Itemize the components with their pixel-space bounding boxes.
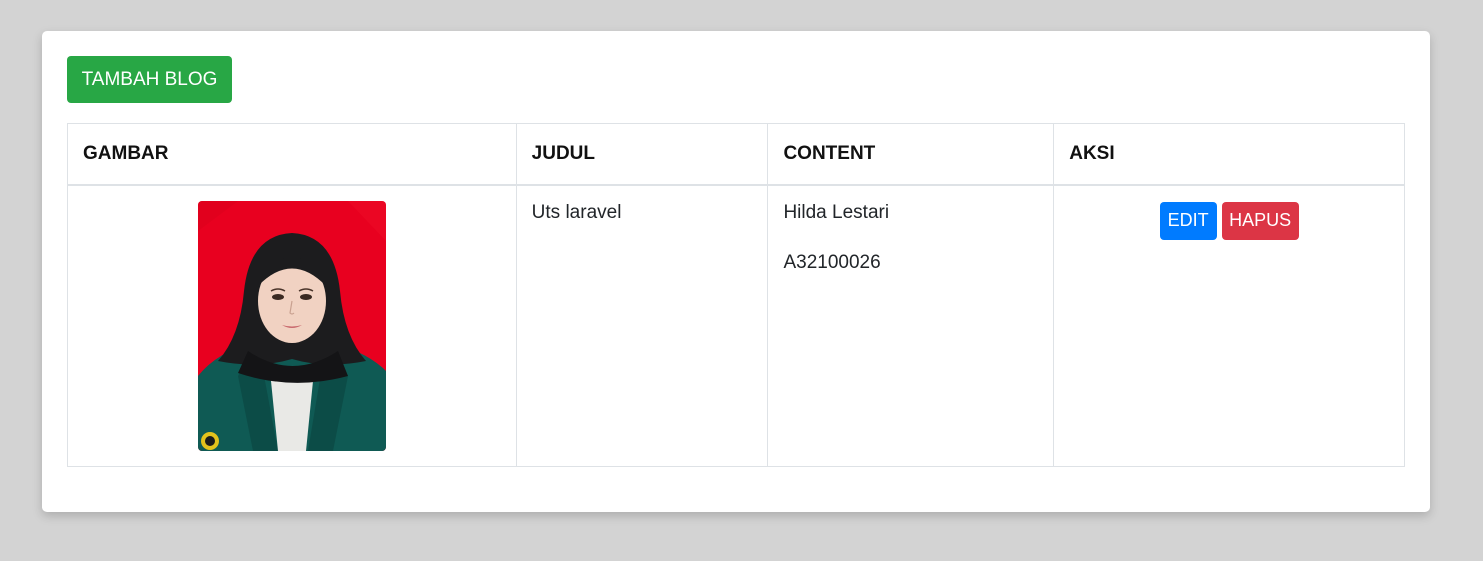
table-row: Uts laravel Hilda Lestari A32100026 EDIT… (67, 184, 1405, 467)
table-header-row: GAMBAR JUDUL CONTENT AKSI (67, 123, 1405, 186)
header-judul: JUDUL (515, 123, 769, 186)
edit-button[interactable]: EDIT (1159, 201, 1217, 240)
add-blog-button[interactable]: TAMBAH BLOG (67, 56, 232, 103)
header-content: CONTENT (767, 123, 1055, 186)
header-aksi: AKSI (1053, 123, 1405, 186)
blog-image (197, 200, 386, 451)
image-cell (67, 184, 517, 467)
title-cell: Uts laravel (515, 184, 769, 467)
blog-content-line: A32100026 (783, 251, 881, 273)
content-cell: Hilda Lestari A32100026 (767, 184, 1055, 467)
blog-table: GAMBAR JUDUL CONTENT AKSI Uts laravel Hi… (67, 123, 1405, 467)
blog-title: Uts laravel (531, 201, 622, 223)
header-gambar: GAMBAR (67, 123, 517, 186)
action-cell: EDIT HAPUS (1053, 184, 1405, 467)
blog-card: TAMBAH BLOG GAMBAR JUDUL CONTENT AKSI Ut… (42, 31, 1430, 512)
row-actions: EDIT HAPUS (1069, 201, 1389, 240)
delete-button[interactable]: HAPUS (1221, 201, 1299, 240)
blog-content-line: Hilda Lestari (783, 201, 890, 223)
